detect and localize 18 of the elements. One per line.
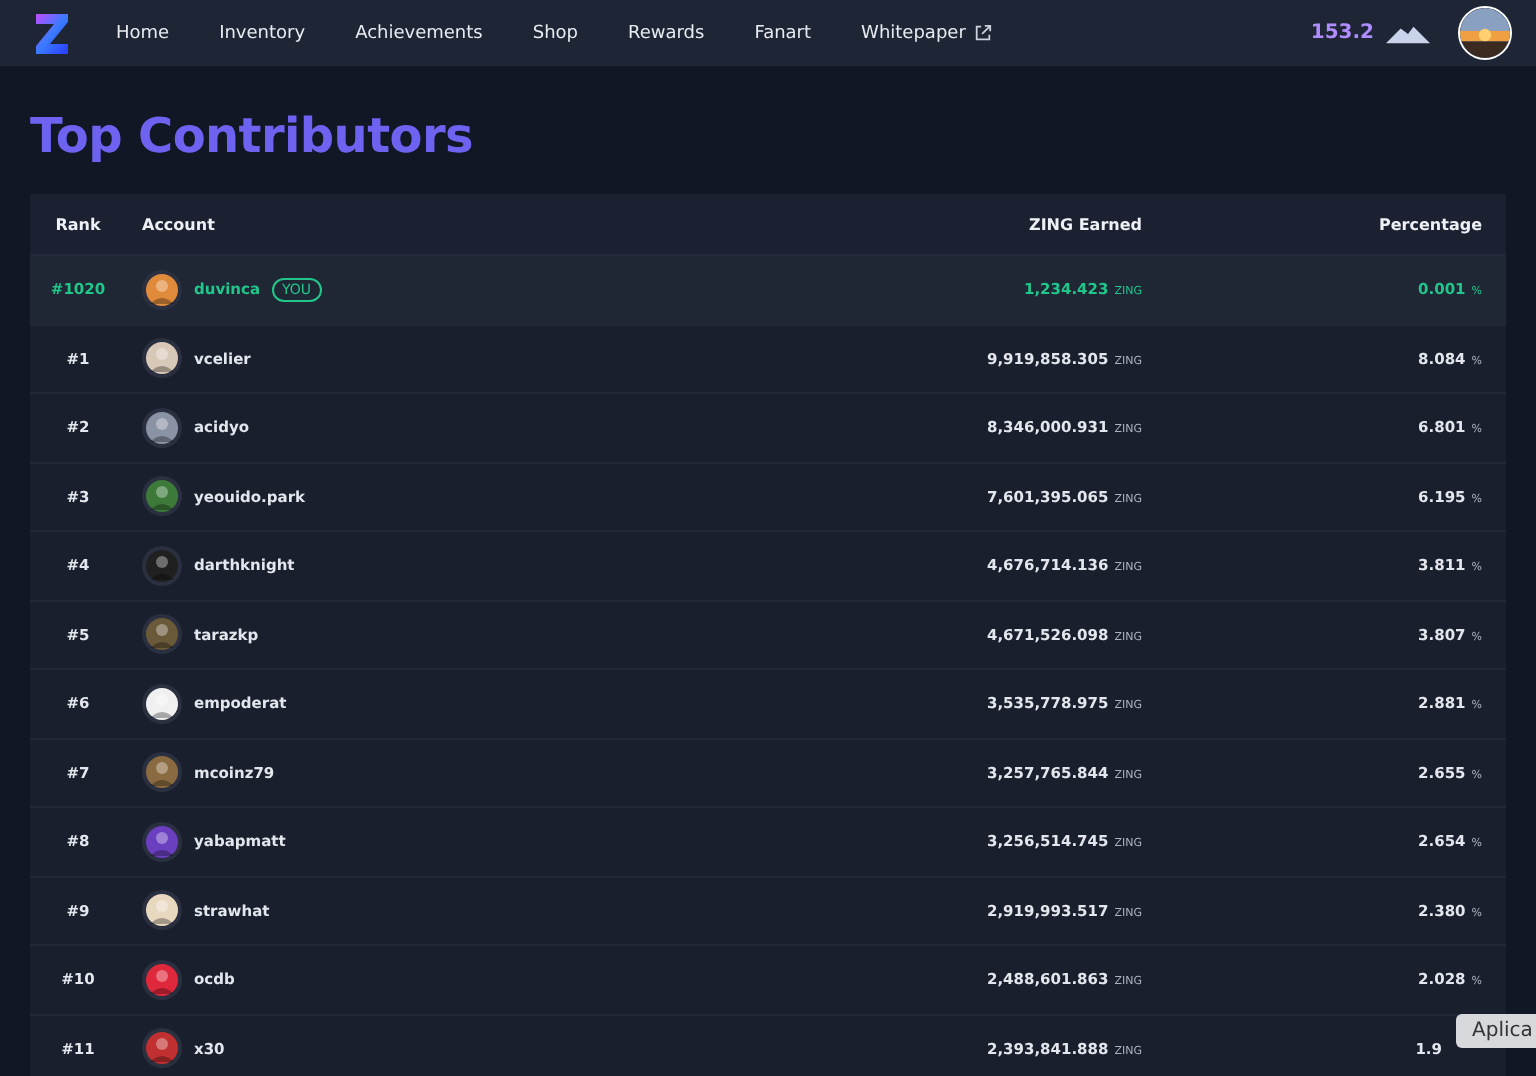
page-title: Top Contributors: [30, 106, 475, 168]
tooltip: Aplica: [1456, 1014, 1536, 1048]
avatar[interactable]: [1458, 6, 1512, 60]
nav-link[interactable]: Rewards: [628, 23, 705, 43]
balance-value: 153.2: [1310, 22, 1374, 44]
nav-link[interactable]: Fanart: [754, 23, 812, 43]
column-header: Percentage: [1377, 215, 1482, 233]
column-header: ZING Earned: [1027, 215, 1142, 233]
column-header: Rank: [53, 215, 103, 233]
nav-link[interactable]: Inventory: [219, 23, 306, 43]
column-header: Account: [140, 215, 217, 233]
nav-link[interactable]: Whitepaper: [861, 23, 992, 43]
mountain-icon[interactable]: [1386, 23, 1430, 43]
nav-link[interactable]: Achievements: [355, 23, 483, 43]
nav-link[interactable]: Home: [116, 23, 170, 43]
nav-link[interactable]: Shop: [532, 23, 578, 43]
external-link-icon: [973, 24, 992, 42]
logo-icon[interactable]: [32, 9, 72, 57]
